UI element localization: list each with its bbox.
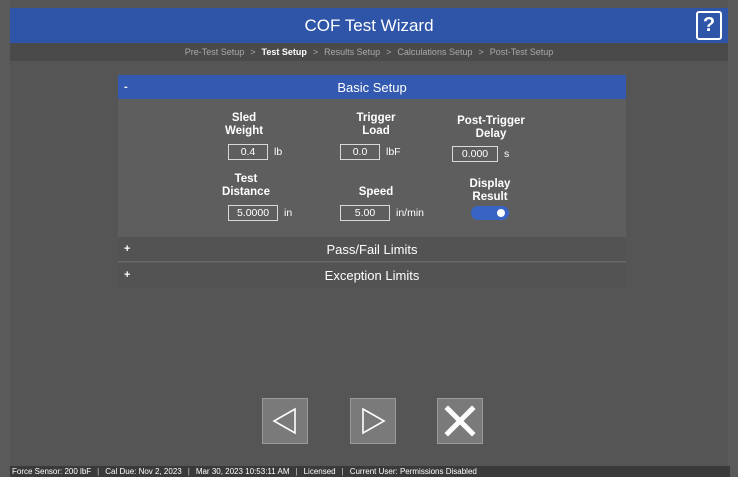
cancel-button[interactable] [437,398,483,444]
expand-toggle[interactable]: + [124,269,130,281]
speed-unit: in/min [396,207,425,219]
trigger-load-row: 0.0 lbF [340,144,401,160]
force-sensor-status: Force Sensor: 200 lbF [12,467,92,476]
collapse-toggle[interactable]: - [124,81,128,93]
post-trigger-delay-row: 0.000 s [452,146,509,162]
crumb-calculations-setup[interactable]: Calculations Setup [397,47,472,57]
display-result-label: Display Result [469,178,511,203]
test-distance-input[interactable]: 5.0000 [228,205,278,221]
current-user-status: Current User: Permissions Disabled [349,467,477,476]
test-distance-unit: in [284,207,293,219]
crumb-separator: > [312,47,319,57]
toggle-knob [497,209,505,217]
trigger-load-input[interactable]: 0.0 [340,144,380,160]
expand-toggle[interactable]: + [124,243,130,255]
status-separator: | [97,467,100,476]
triangle-right-icon [362,407,386,435]
exception-limits-header[interactable]: + Exception Limits [118,263,626,287]
crumb-separator: > [386,47,392,57]
speed-row: 5.00 in/min [340,205,424,221]
crumb-separator: > [250,47,256,57]
basic-setup-title: Basic Setup [337,79,407,95]
crumb-pre-test-setup[interactable]: Pre-Test Setup [185,47,245,57]
post-trigger-delay-unit: s [504,148,510,160]
speed-label: Speed [358,186,394,198]
pass-fail-limits-header[interactable]: + Pass/Fail Limits [118,237,626,262]
next-button[interactable] [350,398,396,444]
status-separator: | [295,467,298,476]
help-button[interactable]: ? [696,11,722,40]
post-trigger-delay-label: Post-Trigger Delay [457,115,525,140]
basic-setup-header[interactable]: - Basic Setup [118,75,626,99]
setup-panel: - Basic Setup Sled Weight 0.4 lb Trigger… [118,75,626,287]
breadcrumb: Pre-Test Setup > Test Setup > Results Se… [10,43,728,61]
sled-weight-label: Sled Weight [224,112,264,137]
trigger-load-label: Trigger Load [356,112,396,137]
app-title: COF Test Wizard [304,15,434,35]
crumb-separator: > [478,47,484,57]
speed-input[interactable]: 5.00 [340,205,390,221]
triangle-left-icon [272,407,296,435]
sled-weight-unit: lb [274,146,283,158]
title-bar: COF Test Wizard ? [10,8,728,43]
post-trigger-delay-input[interactable]: 0.000 [452,146,498,162]
trigger-load-unit: lbF [386,146,401,158]
pass-fail-limits-title: Pass/Fail Limits [326,241,418,257]
back-button[interactable] [262,398,308,444]
test-distance-label: Test Distance [222,173,270,198]
exception-limits-title: Exception Limits [324,267,420,283]
display-result-toggle[interactable] [471,206,509,220]
app-window: COF Test Wizard ? Pre-Test Setup > Test … [10,0,730,477]
sled-weight-row: 0.4 lb [228,144,282,160]
datetime-status: Mar 30, 2023 10:53:11 AM [195,467,290,476]
crumb-test-setup[interactable]: Test Setup [262,47,307,57]
status-separator: | [187,467,190,476]
crumb-results-setup[interactable]: Results Setup [324,47,380,57]
sled-weight-input[interactable]: 0.4 [228,144,268,160]
license-status: Licensed [303,467,336,476]
status-bar: Force Sensor: 200 lbF | Cal Due: Nov 2, … [10,466,730,477]
crumb-post-test-setup[interactable]: Post-Test Setup [490,47,554,57]
cal-due-status: Cal Due: Nov 2, 2023 [105,467,182,476]
status-separator: | [341,467,344,476]
close-x-icon [444,405,476,437]
test-distance-row: 5.0000 in [228,205,292,221]
